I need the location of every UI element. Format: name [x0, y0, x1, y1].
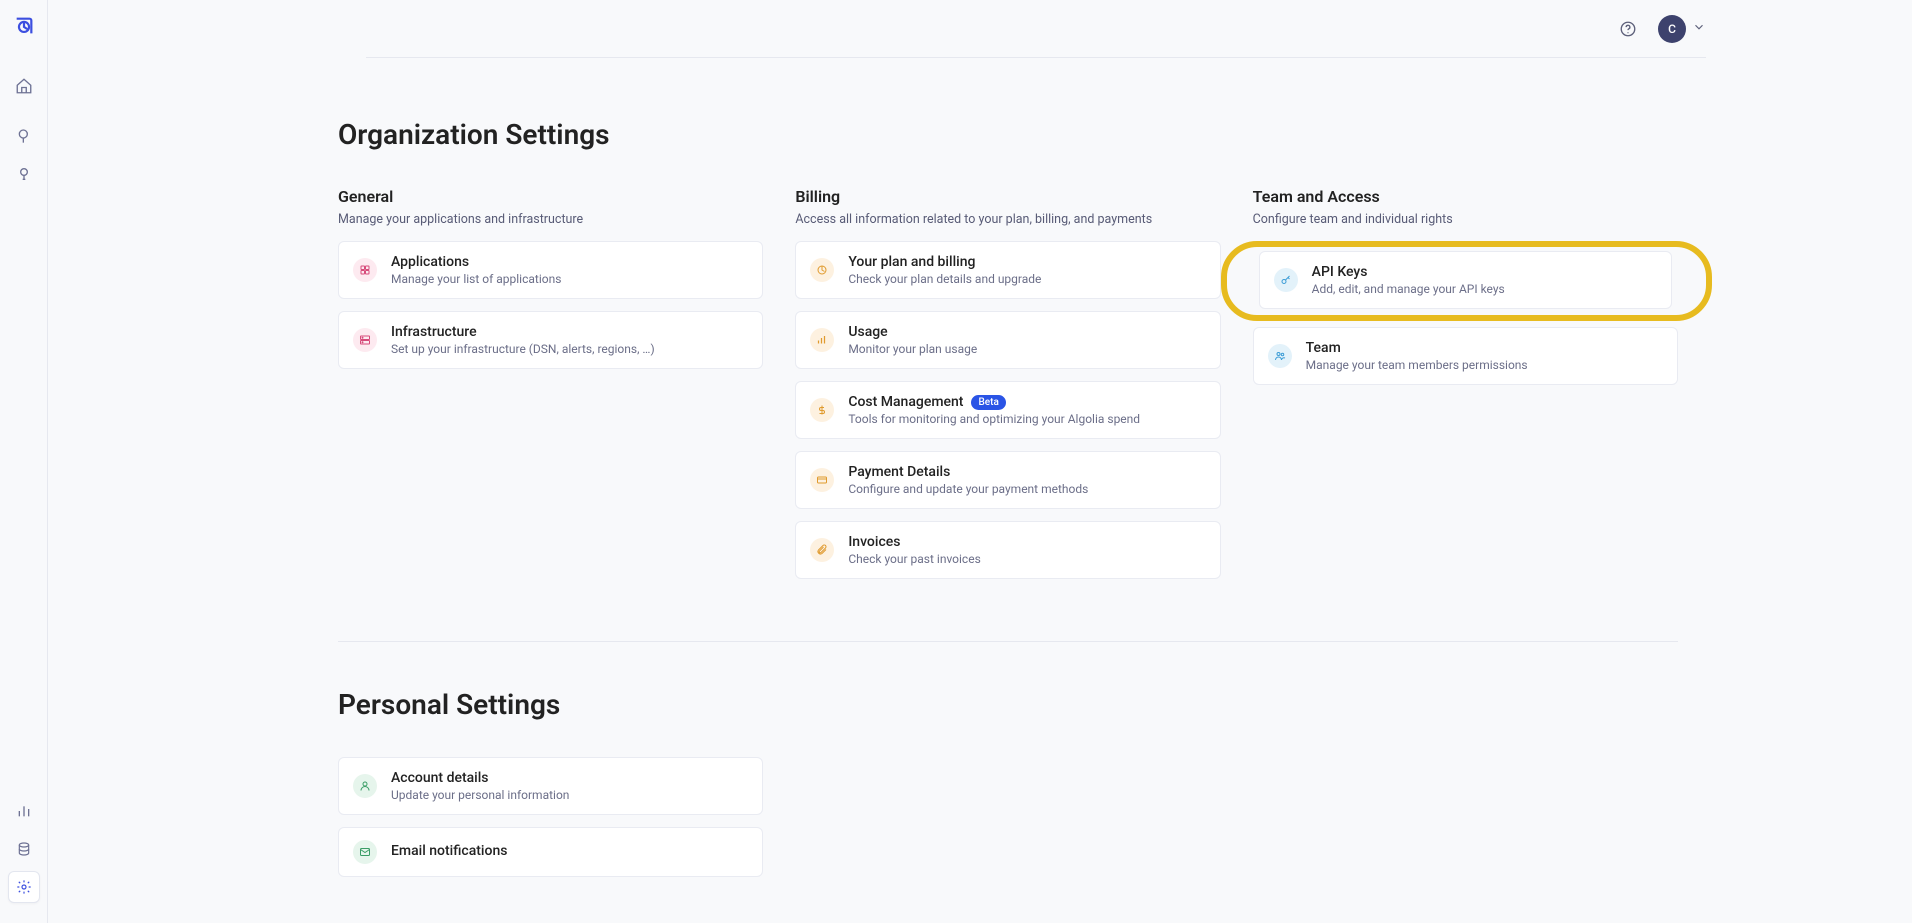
key-icon	[1274, 268, 1298, 292]
logo-icon[interactable]	[10, 12, 38, 40]
user-menu[interactable]: C	[1658, 15, 1706, 43]
card-sub: Manage your list of applications	[391, 272, 748, 286]
billing-heading: Billing	[795, 187, 1220, 206]
card-title: Team	[1306, 340, 1341, 356]
card-usage[interactable]: Usage Monitor your plan usage	[795, 311, 1220, 369]
card-plan-billing[interactable]: Your plan and billing Check your plan de…	[795, 241, 1220, 299]
personal-column: Account details Update your personal inf…	[338, 757, 763, 877]
main-area: C Organization Settings General Manage y…	[48, 0, 1912, 923]
card-title: Payment Details	[848, 464, 950, 480]
card-applications[interactable]: Applications Manage your list of applica…	[338, 241, 763, 299]
card-cost-management[interactable]: Cost Management Beta Tools for monitorin…	[795, 381, 1220, 439]
column-billing: Billing Access all information related t…	[795, 187, 1220, 591]
apps-icon	[353, 258, 377, 282]
idea-pin-icon[interactable]	[8, 158, 40, 190]
api-keys-highlight: API Keys Add, edit, and manage your API …	[1221, 241, 1712, 321]
person-icon	[353, 774, 377, 798]
beta-badge: Beta	[971, 395, 1005, 410]
card-sub: Manage your team members permissions	[1306, 358, 1663, 372]
card-sub: Configure and update your payment method…	[848, 482, 1205, 496]
sidebar	[0, 0, 48, 923]
card-title: Your plan and billing	[848, 254, 975, 270]
personal-title: Personal Settings	[338, 688, 1678, 721]
team-heading: Team and Access	[1253, 187, 1678, 206]
mail-icon	[353, 840, 377, 864]
card-sub: Add, edit, and manage your API keys	[1312, 282, 1657, 296]
card-sub: Set up your infrastructure (DSN, alerts,…	[391, 342, 748, 356]
column-general: General Manage your applications and inf…	[338, 187, 763, 591]
page-title: Organization Settings	[338, 118, 1678, 151]
server-icon	[353, 328, 377, 352]
usage-icon	[810, 328, 834, 352]
card-sub: Update your personal information	[391, 788, 748, 802]
card-sub: Monitor your plan usage	[848, 342, 1205, 356]
attachment-icon	[810, 538, 834, 562]
card-title: Email notifications	[391, 843, 507, 859]
card-payment-details[interactable]: Payment Details Configure and update you…	[795, 451, 1220, 509]
settings-nav-icon[interactable]	[8, 871, 40, 903]
card-title: Cost Management	[848, 394, 963, 410]
card-api-keys[interactable]: API Keys Add, edit, and manage your API …	[1259, 251, 1672, 309]
card-title: Invoices	[848, 534, 900, 550]
card-title: Usage	[848, 324, 887, 340]
card-team[interactable]: Team Manage your team members permission…	[1253, 327, 1678, 385]
general-desc: Manage your applications and infrastruct…	[338, 212, 763, 227]
card-account-details[interactable]: Account details Update your personal inf…	[338, 757, 763, 815]
avatar: C	[1658, 15, 1686, 43]
home-nav-icon[interactable]	[8, 70, 40, 102]
content-scroll: C Organization Settings General Manage y…	[48, 0, 1912, 923]
team-desc: Configure team and individual rights	[1253, 212, 1678, 227]
content: Organization Settings General Manage you…	[338, 58, 1678, 917]
column-team: Team and Access Configure team and indiv…	[1253, 187, 1678, 591]
card-infrastructure[interactable]: Infrastructure Set up your infrastructur…	[338, 311, 763, 369]
card-sub: Check your plan details and upgrade	[848, 272, 1205, 286]
org-columns: General Manage your applications and inf…	[338, 187, 1678, 642]
general-heading: General	[338, 187, 763, 206]
plan-icon	[810, 258, 834, 282]
team-icon	[1268, 344, 1292, 368]
card-invoices[interactable]: Invoices Check your past invoices	[795, 521, 1220, 579]
avatar-initial: C	[1668, 22, 1676, 36]
card-title: Applications	[391, 254, 469, 270]
help-icon[interactable]	[1616, 17, 1640, 41]
card-sub: Check your past invoices	[848, 552, 1205, 566]
billing-desc: Access all information related to your p…	[795, 212, 1220, 227]
analytics-nav-icon[interactable]	[8, 795, 40, 827]
dollar-icon	[810, 398, 834, 422]
card-sub: Tools for monitoring and optimizing your…	[848, 412, 1205, 426]
card-email-notifications[interactable]: Email notifications	[338, 827, 763, 877]
search-pin-icon[interactable]	[8, 120, 40, 152]
card-title: Account details	[391, 770, 489, 786]
card-icon	[810, 468, 834, 492]
card-title: Infrastructure	[391, 324, 477, 340]
database-nav-icon[interactable]	[8, 833, 40, 865]
chevron-down-icon	[1692, 19, 1706, 38]
card-title: API Keys	[1312, 264, 1368, 280]
